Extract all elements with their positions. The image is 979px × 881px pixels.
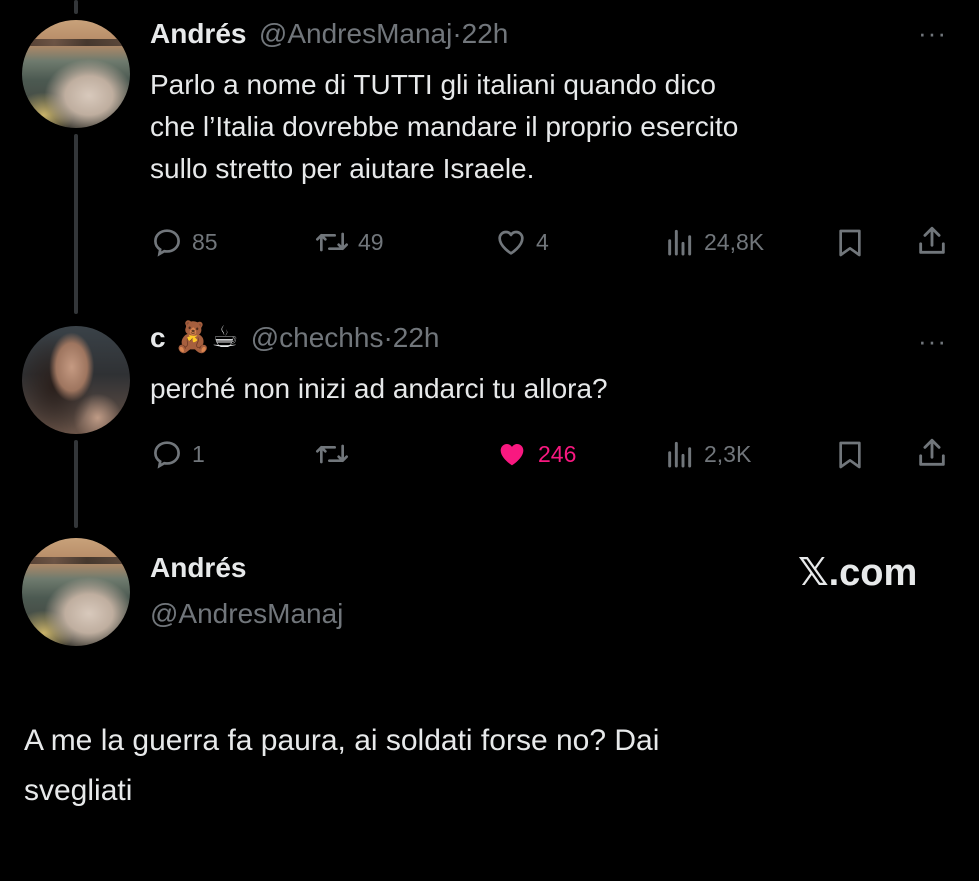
- thread-line-top: [74, 0, 78, 14]
- tweet-2-header: c 🧸☕ @chechhs·22h: [150, 320, 440, 355]
- author-handle[interactable]: @chechhs: [251, 322, 384, 353]
- more-options-icon[interactable]: ···: [918, 326, 947, 357]
- like-count: 4: [536, 228, 549, 255]
- retweet-button[interactable]: [314, 438, 358, 470]
- retweet-count: 49: [358, 228, 384, 255]
- reply-count: 85: [192, 228, 218, 255]
- views-button[interactable]: 24,8K: [662, 226, 764, 258]
- tweet-time[interactable]: 22h: [393, 322, 440, 353]
- tweet-2-text: perché non inizi ad andarci tu allora?: [150, 373, 608, 404]
- reply-count: 1: [192, 440, 205, 467]
- thread-line-1: [74, 134, 78, 314]
- avatar-andres[interactable]: [22, 20, 130, 128]
- author-name[interactable]: Andrés: [150, 18, 246, 49]
- heart-icon: [494, 226, 528, 258]
- quoted-text-line: svegliati: [24, 774, 133, 807]
- bookmark-icon[interactable]: [834, 226, 866, 265]
- tweet-text-line: che l’Italia dovrebbe mandare il proprio…: [150, 111, 739, 142]
- like-count: 246: [538, 440, 577, 467]
- tweet-text-line: sullo stretto per aiutare Israele.: [150, 153, 535, 184]
- avatar-c[interactable]: [22, 326, 130, 434]
- share-icon[interactable]: [915, 436, 949, 475]
- retweet-button[interactable]: 49: [314, 226, 384, 258]
- reply-button[interactable]: 85: [150, 226, 218, 258]
- tweet-text-line: Parlo a nome di TUTTI gli italiani quand…: [150, 69, 717, 100]
- retweet-icon: [314, 226, 350, 258]
- more-options-icon[interactable]: ···: [918, 18, 947, 49]
- views-icon: [662, 438, 696, 470]
- name-emojis: 🧸☕: [174, 320, 239, 355]
- views-button[interactable]: 2,3K: [662, 438, 751, 470]
- x-brand-logo: 𝕏.com: [798, 552, 918, 594]
- reply-icon: [150, 438, 184, 470]
- tweet-1-text: Parlo a nome di TUTTI gli italiani quand…: [150, 64, 738, 190]
- views-icon: [662, 226, 696, 258]
- dot-separator: ·: [383, 322, 393, 353]
- quoted-text-line: A me la guerra fa paura, ai soldati fors…: [24, 724, 660, 757]
- author-handle[interactable]: @AndresManaj: [259, 18, 452, 49]
- author-name[interactable]: Andrés: [150, 552, 246, 584]
- quoted-text: A me la guerra fa paura, ai soldati fors…: [24, 716, 659, 816]
- thread-line-2: [74, 440, 78, 528]
- views-count: 24,8K: [704, 228, 765, 255]
- author-handle[interactable]: @AndresManaj: [150, 598, 343, 630]
- author-name[interactable]: c: [150, 322, 166, 353]
- bookmark-icon[interactable]: [834, 438, 866, 477]
- reply-button[interactable]: 1: [150, 438, 205, 470]
- dot-separator: ·: [452, 18, 462, 49]
- share-icon[interactable]: [915, 224, 949, 263]
- tweet-time[interactable]: 22h: [462, 18, 509, 49]
- tweet-1-header: Andrés @AndresManaj·22h: [150, 18, 508, 50]
- like-button[interactable]: 4: [494, 226, 549, 258]
- avatar-andres[interactable]: [22, 538, 130, 646]
- retweet-icon: [314, 438, 350, 470]
- reply-icon: [150, 226, 184, 258]
- like-button-active[interactable]: 246: [494, 438, 576, 470]
- views-count: 2,3K: [704, 440, 752, 467]
- heart-icon: [494, 438, 530, 470]
